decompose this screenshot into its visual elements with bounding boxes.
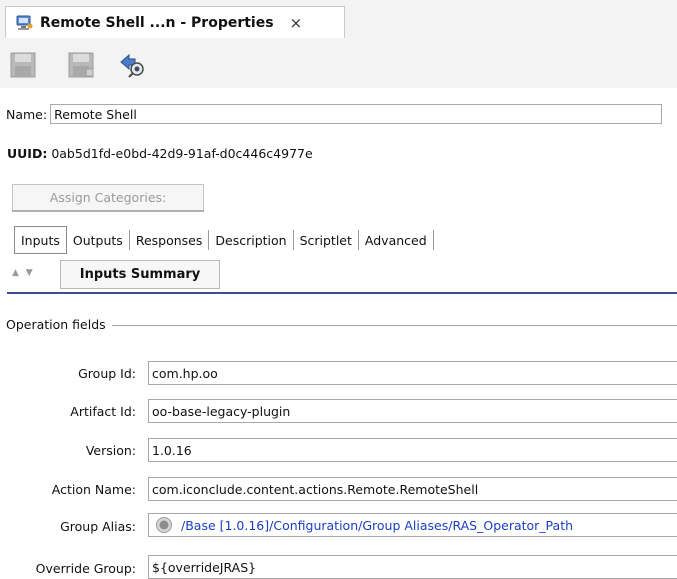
tab-bar: Remote Shell ...n - Properties × — [0, 0, 677, 38]
artifact-id-label: Artifact Id: — [70, 404, 136, 419]
tab-scriptlet[interactable]: Scriptlet — [294, 230, 359, 250]
tab-description[interactable]: Description — [209, 230, 294, 250]
name-label: Name: — [6, 106, 48, 122]
uuid-label: UUID: — [7, 146, 48, 161]
version-input[interactable] — [148, 438, 677, 462]
tab-advanced[interactable]: Advanced — [359, 230, 434, 250]
assign-categories-button[interactable]: Assign Categories: — [12, 184, 204, 212]
override-group-label: Override Group: — [35, 561, 136, 576]
alias-toggle-icon[interactable] — [155, 516, 173, 534]
operation-fields-label: Operation fields — [6, 317, 112, 332]
close-tab-icon[interactable]: × — [290, 14, 303, 32]
uuid-row: UUID: 0ab5d1fd-e0bd-42d9-91af-d0c446c497… — [7, 146, 313, 161]
action-name-label: Action Name: — [51, 482, 136, 497]
tab-outputs[interactable]: Outputs — [67, 230, 130, 250]
group-id-input[interactable] — [148, 361, 677, 385]
tab-inputs[interactable]: Inputs — [14, 226, 67, 254]
name-row: Name: — [6, 104, 663, 124]
properties-tab[interactable]: Remote Shell ...n - Properties × — [5, 6, 345, 38]
save-all-icon[interactable] — [68, 52, 94, 78]
group-alias-link[interactable]: /Base [1.0.16]/Configuration/Group Alias… — [181, 518, 573, 533]
group-alias-label: Group Alias: — [60, 519, 136, 534]
artifact-id-input[interactable] — [148, 399, 677, 423]
property-tabs: Inputs Outputs Responses Description Scr… — [14, 226, 434, 254]
version-label: Version: — [85, 443, 136, 458]
tab-responses[interactable]: Responses — [130, 230, 210, 250]
navigate-icon[interactable] — [118, 52, 144, 78]
save-icon[interactable] — [10, 52, 36, 78]
toolbar — [0, 38, 677, 88]
tab-divider — [7, 292, 677, 294]
uuid-value: 0ab5d1fd-e0bd-42d9-91af-d0c446c4977e — [51, 146, 313, 161]
group-alias-field: /Base [1.0.16]/Configuration/Group Alias… — [148, 513, 677, 537]
sort-arrows-icon[interactable]: ▲ ▼ — [12, 268, 35, 278]
action-name-input[interactable] — [148, 477, 677, 501]
tab-title: Remote Shell ...n - Properties — [40, 14, 274, 31]
inputs-summary-button[interactable]: Inputs Summary — [60, 260, 220, 289]
group-id-label: Group Id: — [78, 366, 136, 381]
name-input[interactable] — [50, 104, 663, 124]
override-group-input[interactable] — [148, 555, 677, 579]
remote-shell-icon — [16, 15, 33, 30]
